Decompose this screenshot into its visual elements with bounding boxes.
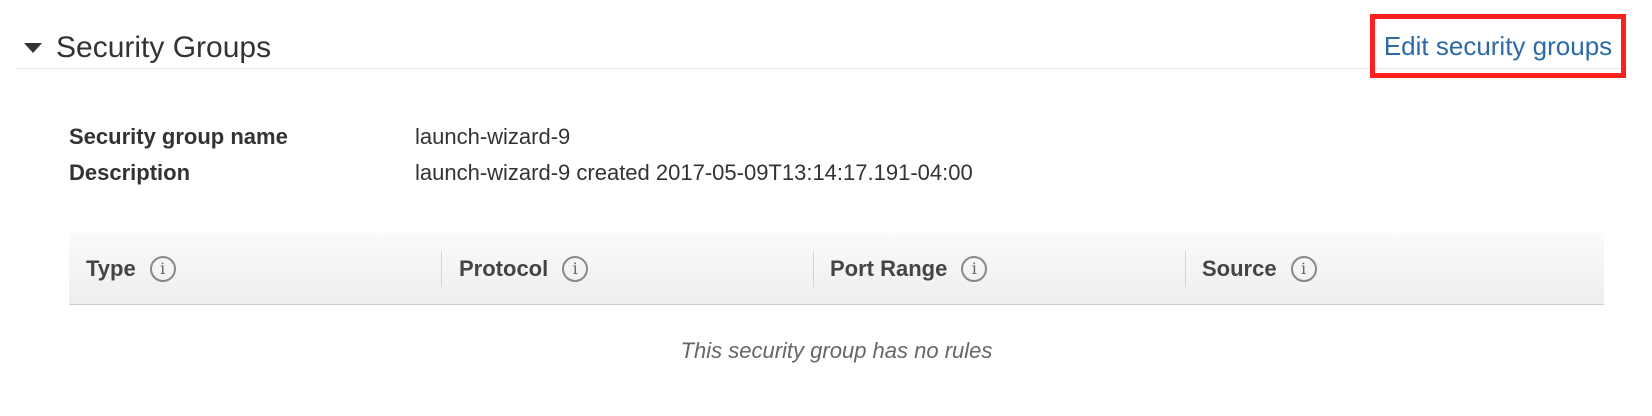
security-groups-panel: Security Groups Edit security groups Sec… [0, 0, 1652, 416]
info-icon[interactable]: i [149, 255, 176, 282]
column-label: Type [86, 255, 136, 281]
column-label: Source [1202, 255, 1277, 281]
edit-security-groups-link[interactable]: Edit security groups [1384, 31, 1612, 62]
column-header-type[interactable]: Type i [86, 233, 176, 304]
column-header-source[interactable]: Source i [1202, 233, 1317, 304]
collapse-caret-icon[interactable] [24, 43, 42, 53]
column-label: Protocol [459, 255, 549, 281]
edit-security-groups-highlight: Edit security groups [1370, 14, 1626, 78]
empty-rules-message: This security group has no rules [680, 338, 993, 363]
column-divider [1185, 251, 1186, 287]
detail-label: Description [69, 160, 191, 185]
column-label: Port Range [830, 255, 948, 281]
detail-value: launch-wizard-9 [415, 124, 571, 149]
column-divider [441, 251, 442, 287]
detail-label: Security group name [69, 124, 288, 149]
column-divider [813, 251, 814, 287]
rules-table: Type i Protocol i Port Range i Source i … [69, 233, 1604, 397]
detail-value: launch-wizard-9 created 2017-05-09T13:14… [415, 160, 973, 185]
column-header-port-range[interactable]: Port Range i [830, 233, 988, 304]
table-header: Type i Protocol i Port Range i Source i [69, 233, 1604, 305]
section-title: Security Groups [56, 31, 272, 64]
info-icon[interactable]: i [1290, 255, 1317, 282]
info-icon[interactable]: i [562, 255, 589, 282]
info-icon[interactable]: i [961, 255, 988, 282]
column-header-protocol[interactable]: Protocol i [459, 233, 589, 304]
